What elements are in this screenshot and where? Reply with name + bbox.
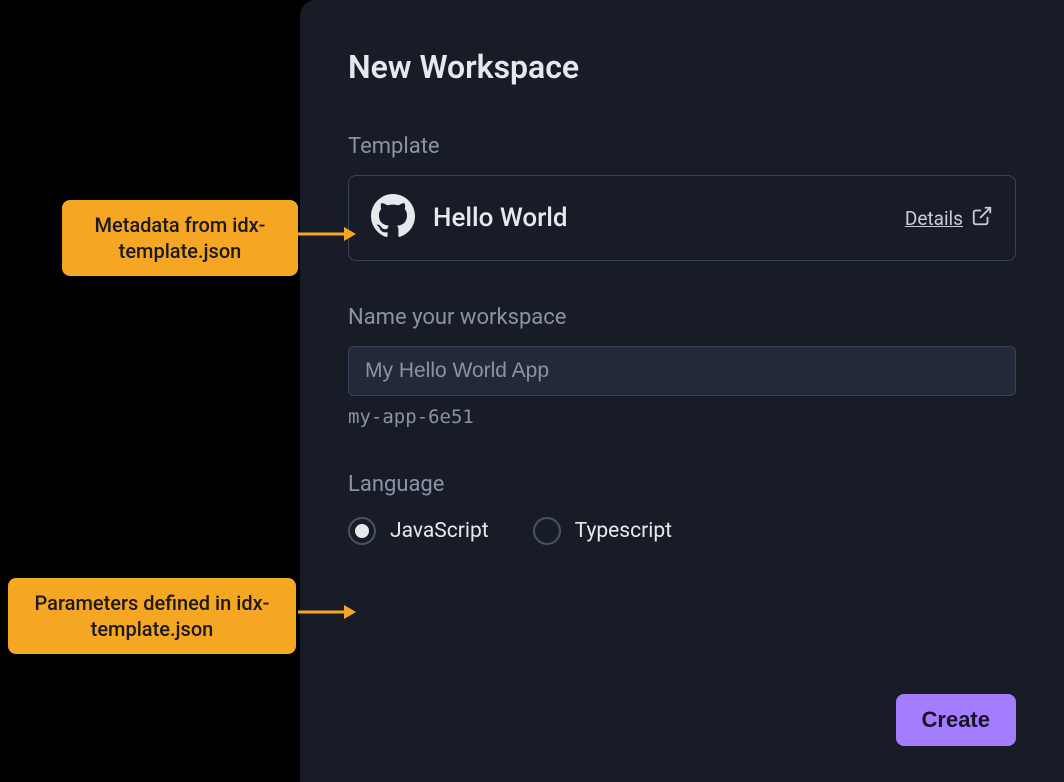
new-workspace-dialog: New Workspace Template Hello World Detai… bbox=[300, 0, 1064, 782]
create-button[interactable]: Create bbox=[896, 694, 1016, 746]
language-section-label: Language bbox=[348, 472, 1016, 497]
template-card[interactable]: Hello World Details bbox=[348, 175, 1016, 261]
radio-indicator bbox=[348, 517, 376, 545]
github-icon bbox=[371, 194, 415, 242]
name-section-label: Name your workspace bbox=[348, 305, 1016, 330]
details-link-label: Details bbox=[905, 207, 963, 230]
radio-label: Typescript bbox=[575, 519, 672, 543]
radio-label: JavaScript bbox=[390, 519, 489, 543]
template-section-label: Template bbox=[348, 134, 1016, 159]
template-name: Hello World bbox=[433, 203, 887, 233]
callout-metadata: Metadata from idx-template.json bbox=[62, 200, 298, 276]
workspace-name-input[interactable] bbox=[348, 346, 1016, 396]
radio-option-javascript[interactable]: JavaScript bbox=[348, 517, 489, 545]
callout-parameters: Parameters defined in idx-template.json bbox=[8, 578, 296, 654]
details-link[interactable]: Details bbox=[905, 205, 993, 232]
radio-indicator bbox=[533, 517, 561, 545]
language-radio-group: JavaScript Typescript bbox=[348, 517, 1016, 545]
radio-option-typescript[interactable]: Typescript bbox=[533, 517, 672, 545]
workspace-slug: my-app-6e51 bbox=[348, 406, 1016, 428]
external-link-icon bbox=[971, 205, 993, 232]
dialog-title: New Workspace bbox=[348, 48, 1016, 86]
